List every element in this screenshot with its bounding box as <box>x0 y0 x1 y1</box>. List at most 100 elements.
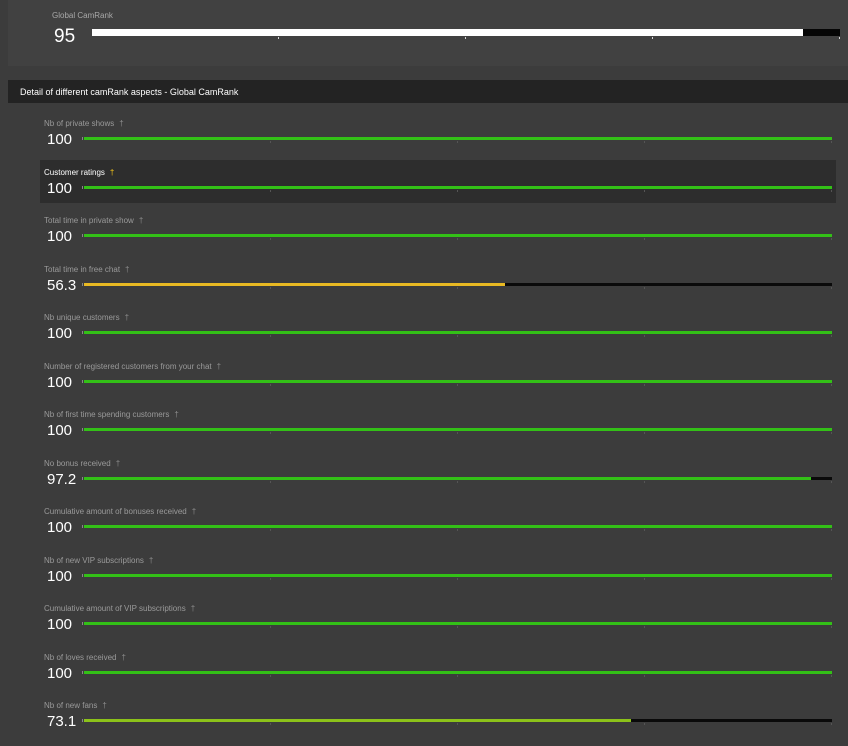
metric-bar-tick <box>270 626 271 628</box>
metric-bar-tick <box>644 238 645 240</box>
metric-row: Nb of private shows † 100 <box>0 111 848 160</box>
metric-bar-tick <box>457 335 458 337</box>
metric-label-text: Nb of first time spending customers <box>44 410 170 419</box>
global-camrank-bar-tick <box>652 37 653 39</box>
metric-value: 100 <box>47 179 73 197</box>
metric-bar-tick <box>831 141 832 143</box>
metric-value: 100 <box>47 325 73 342</box>
metric-bar-start-cap <box>82 525 83 528</box>
info-tip-icon[interactable]: † <box>125 313 129 322</box>
metric-bar-tick <box>457 286 458 289</box>
metric-bar-start-cap <box>82 282 83 286</box>
global-camrank-bar <box>92 29 840 39</box>
metric-label: Number of registered customers from your… <box>44 362 221 371</box>
info-tip-icon[interactable]: † <box>192 507 196 516</box>
metric-bar-tick <box>644 480 645 483</box>
metric-label-text: Total time in private show <box>44 216 134 225</box>
metric-bar <box>82 476 832 483</box>
metric-bar-tick <box>270 189 271 192</box>
metric-label: Nb of new fans † <box>44 701 107 710</box>
metric-list: Nb of private shows † 100 Customer ratings †… <box>0 111 848 742</box>
metric-bar-tick <box>644 286 645 289</box>
metric-bar-tick <box>270 238 271 240</box>
global-camrank-bar-tick <box>839 37 840 39</box>
metric-value: 73.1 <box>47 713 77 730</box>
info-tip-icon[interactable]: † <box>174 410 178 419</box>
metric-row: Nb of first time spending customers † 100 <box>0 402 848 451</box>
metric-label-text: Nb unique customers <box>44 313 120 322</box>
metric-bar-fill <box>84 185 832 189</box>
metric-bar-tick <box>457 383 458 386</box>
metric-label-text: No bonus received <box>44 458 111 468</box>
metric-bar-tick <box>831 577 832 580</box>
metric-bar-fill <box>84 137 832 140</box>
metric-bar <box>82 719 832 725</box>
metric-value: 100 <box>47 422 73 439</box>
info-tip-icon[interactable]: † <box>139 216 143 225</box>
metric-label-text: Cumulative amount of VIP subscriptions <box>44 604 186 613</box>
metric-bar <box>82 234 832 240</box>
metric-bar-tick <box>831 529 832 531</box>
metric-bar-tick <box>457 432 458 434</box>
metric-bar-fill <box>84 331 832 334</box>
metric-bar-tick <box>831 383 832 386</box>
metric-bar-tick <box>457 674 458 677</box>
metric-label: Total time in private show † <box>44 216 143 225</box>
metric-bar-tick <box>644 674 645 677</box>
metric-label-text: Nb of new VIP subscriptions <box>44 555 144 565</box>
global-camrank-value: 95 <box>54 26 76 47</box>
metric-bar-fill <box>84 234 832 237</box>
metric-row: Nb of new VIP subscriptions † 100 <box>0 548 848 597</box>
metric-value: 100 <box>47 228 73 245</box>
metric-bar-start-cap <box>82 476 83 480</box>
metric-row: No bonus received † 97.2 <box>0 451 848 500</box>
metric-bar-tick <box>831 189 832 192</box>
metric-row: Nb of new fans † 73.1 <box>0 693 848 742</box>
metric-bar-tick <box>831 286 832 289</box>
metric-label-text: Cumulative amount of bonuses received <box>44 507 187 516</box>
metric-bar <box>82 573 832 580</box>
info-tip-icon[interactable]: † <box>121 653 125 662</box>
metric-bar-tick <box>831 723 832 725</box>
metric-bar-tick <box>831 480 832 483</box>
metric-row: Customer ratings † 100 <box>0 159 848 209</box>
info-tip-icon[interactable]: † <box>110 168 114 177</box>
metric-bar-tick <box>644 141 645 143</box>
info-tip-icon[interactable]: † <box>102 701 106 710</box>
global-camrank-panel: Global CamRank 95 <box>8 0 848 66</box>
metric-value: 100 <box>47 519 73 536</box>
section-title: Detail of different camRank aspects - Gl… <box>20 87 239 97</box>
section-header: Detail of different camRank aspects - Gl… <box>8 80 848 103</box>
metric-label: Nb of loves received † <box>44 653 126 662</box>
metric-value: 100 <box>47 664 73 682</box>
metric-value: 100 <box>47 567 73 585</box>
metric-bar-start-cap <box>82 428 83 431</box>
metric-row: Number of registered customers from your… <box>0 354 848 403</box>
info-tip-icon[interactable]: † <box>191 604 195 613</box>
metric-bar-fill <box>84 670 832 674</box>
metric-row: Total time in private show † 100 <box>0 208 848 257</box>
metric-bar-fill <box>84 573 832 577</box>
metric-value: 100 <box>47 373 73 391</box>
metric-label: No bonus received † <box>44 459 120 468</box>
metric-row: Total time in free chat † 56.3 <box>0 257 848 306</box>
metric-bar-tick <box>831 238 832 240</box>
metric-bar-start-cap <box>82 573 83 577</box>
metric-bar-tick <box>457 529 458 531</box>
info-tip-icon[interactable]: † <box>119 119 123 128</box>
metric-label-text: Nb of private shows <box>44 119 115 128</box>
info-tip-icon[interactable]: † <box>149 556 153 565</box>
metric-bar-tick <box>644 723 645 725</box>
info-tip-icon[interactable]: † <box>116 459 120 468</box>
metric-bar <box>82 331 832 337</box>
metric-label: Nb of private shows † <box>44 119 124 128</box>
metric-bar <box>82 282 832 289</box>
info-tip-icon[interactable]: † <box>217 362 221 371</box>
metric-bar-tick <box>644 577 645 580</box>
info-tip-icon[interactable]: † <box>125 265 129 274</box>
metric-bar <box>82 670 832 677</box>
metric-bar-tick <box>644 335 645 337</box>
metric-bar <box>82 525 832 531</box>
metric-bar-fill <box>84 719 631 722</box>
metric-bar <box>82 379 832 386</box>
